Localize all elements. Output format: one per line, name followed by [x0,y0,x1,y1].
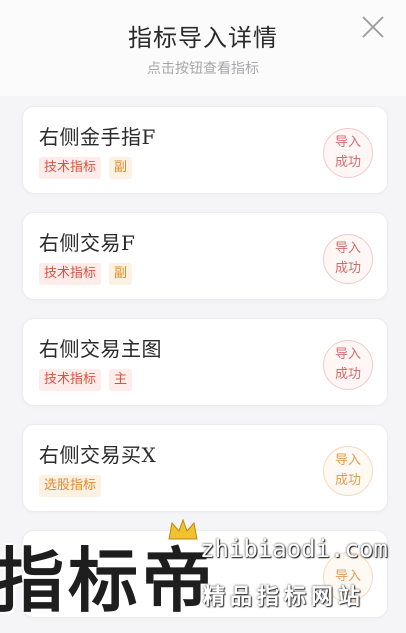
category-tag: 技术指标 [39,263,102,285]
stamp-line-1: 导入 [334,347,361,362]
stamp-line-1: 导入 [334,453,361,468]
stamp-line-1: 导入 [334,569,361,584]
dialog-header: 指标导入详情 点击按钮查看指标 [0,0,406,96]
tag-group: 技术指标 主 [39,369,133,391]
indicator-name: 右侧交易买X [39,443,157,467]
category-tag: 技术指标 [39,157,102,179]
page-subtitle: 点击按钮查看指标 [147,61,259,77]
tag-group: 选股指标 [39,475,102,497]
indicator-card[interactable]: 右侧交易F 技术指标 副 导入 成功 [22,212,388,300]
indicator-card[interactable]: 右侧交易主图 技术指标 主 导入 成功 [22,318,388,406]
stamp-line-2: 成功 [334,155,361,170]
import-success-stamp: 导入 成功 [323,446,373,496]
stamp-line-2: 成功 [334,367,361,382]
indicator-name: 右侧交易F [39,231,136,255]
indicator-card[interactable]: 导入 [22,530,388,618]
stamp-line-2: 成功 [334,261,361,276]
tag-group: 技术指标 副 [39,157,133,179]
import-success-stamp: 导入 成功 [323,340,373,390]
stamp-line-2: 成功 [334,473,361,488]
import-success-stamp: 导入 [323,552,373,602]
stamp-line-1: 导入 [334,241,361,256]
indicator-name: 右侧金手指F [39,125,156,149]
indicator-card[interactable]: 右侧金手指F 技术指标 副 导入 成功 [22,106,388,194]
close-icon[interactable] [360,14,386,40]
category-tag: 技术指标 [39,369,102,391]
position-tag: 副 [109,263,133,285]
stamp-line-1: 导入 [334,135,361,150]
tag-group: 技术指标 副 [39,263,133,285]
indicator-card[interactable]: 右侧交易买X 选股指标 导入 成功 [22,424,388,512]
position-tag: 主 [109,369,133,391]
import-success-stamp: 导入 成功 [323,128,373,178]
position-tag: 副 [109,157,133,179]
category-tag: 选股指标 [39,475,102,497]
indicator-name: 右侧交易主图 [39,337,162,361]
import-success-stamp: 导入 成功 [323,234,373,284]
page-title: 指标导入详情 [128,24,278,52]
